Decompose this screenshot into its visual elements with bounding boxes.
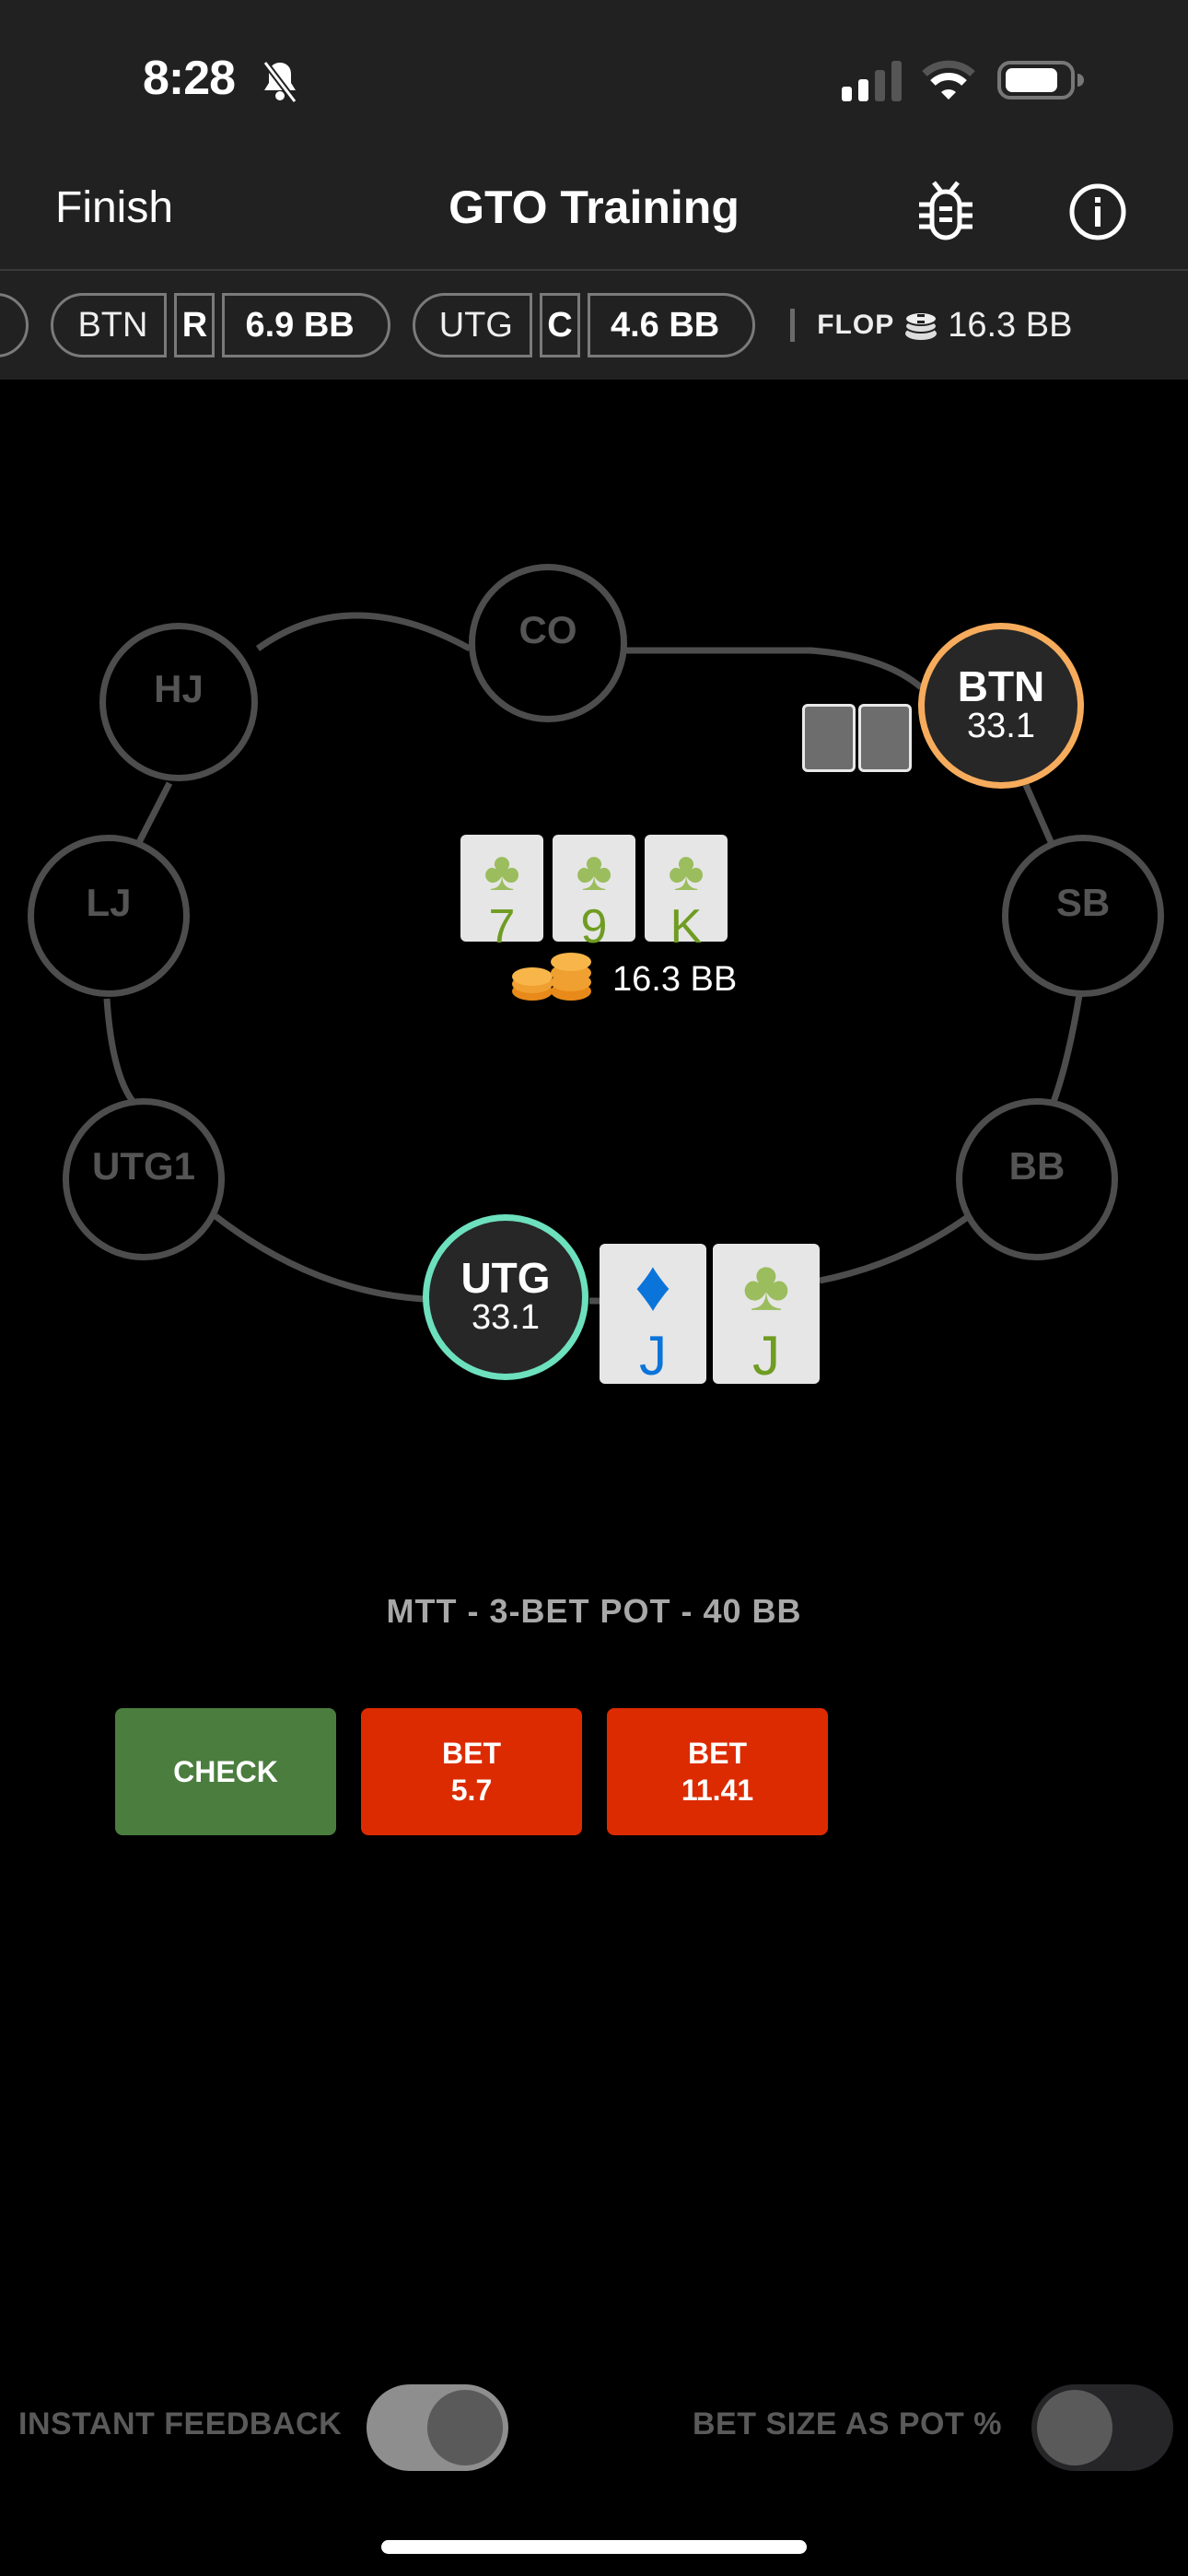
seat-sb: SB (1002, 835, 1164, 997)
board-card: ♣ 7 (460, 835, 543, 951)
villain-card-facedown (858, 704, 912, 772)
action-group: UTG C 4.6 BB (412, 293, 756, 357)
card-rank: J (639, 1325, 667, 1387)
pot-chips-icon (512, 953, 591, 1001)
status-time: 8:28 (143, 52, 236, 105)
card-rank: K (670, 900, 703, 954)
header: 8:28 Finish GTO Training (0, 0, 1188, 271)
battery-icon (997, 61, 1084, 100)
seat-utg1: UTG1 (63, 1098, 225, 1260)
seat-hj: HJ (99, 623, 258, 781)
street-separator (790, 309, 796, 342)
action-group-partial: B (0, 293, 29, 357)
action-group: BTN R 6.9 BB (51, 293, 390, 357)
action-position: UTG (412, 293, 532, 357)
action-history[interactable]: B BTN R 6.9 BB UTG C 4.6 BB FLOP 16.3 BB (0, 271, 1188, 380)
action-history-row: B BTN R 6.9 BB UTG C 4.6 BB FLOP 16.3 BB (0, 293, 1072, 357)
diamond-icon: ♦ (635, 1245, 671, 1326)
bet-size-pot-toggle[interactable] (1031, 2384, 1173, 2471)
club-icon: ♣ (483, 840, 520, 902)
club-icon: ♣ (742, 1245, 790, 1326)
info-icon[interactable] (1068, 182, 1127, 241)
action-label: BET (442, 1737, 501, 1770)
scenario-label: MTT - 3-BET POT - 40 BB (386, 1592, 802, 1630)
check-button[interactable]: CHECK (115, 1708, 336, 1835)
bet-large-button[interactable]: BET 11.41 (607, 1708, 828, 1835)
action-type: C (539, 293, 580, 357)
villain-card-facedown (802, 704, 856, 772)
seat-label: BB (1008, 1144, 1066, 1188)
seat-label: CO (518, 608, 577, 651)
street-pot: 16.3 BB (948, 305, 1073, 345)
instant-feedback-toggle[interactable] (367, 2384, 508, 2471)
seat-label: UTG (460, 1254, 551, 1303)
instant-feedback-label: INSTANT FEEDBACK (18, 2406, 343, 2441)
card-rank: 7 (488, 900, 516, 954)
seat-label: SB (1055, 881, 1111, 924)
street-label: FLOP (817, 310, 895, 340)
seat-stack: 33.1 (472, 1298, 540, 1338)
action-label: BET (688, 1737, 747, 1770)
status-bar: 8:28 (0, 0, 1188, 157)
bet-small-button[interactable]: BET 5.7 (361, 1708, 582, 1835)
board-card: ♣ 9 (553, 835, 635, 951)
club-icon: ♣ (576, 840, 612, 902)
action-amount: 11.41 (681, 1774, 754, 1807)
seat-label: LJ (86, 881, 132, 924)
home-indicator[interactable] (381, 2540, 807, 2554)
seat-stack: 33.1 (967, 707, 1035, 746)
bet-size-pot-label: BET SIZE AS POT % (693, 2406, 1002, 2441)
card-rank: 9 (580, 900, 608, 954)
toggle-knob (427, 2390, 503, 2465)
action-label: CHECK (173, 1755, 278, 1788)
poker-table: CO HJ BTN 33.1 LJ SB UTG1 BB UTG 33.1 ♣ … (0, 380, 1188, 1577)
action-amount: B (0, 293, 29, 357)
hero-card: ♣ J (713, 1244, 820, 1384)
chip-stack-icon (904, 311, 938, 340)
nav-bar: Finish GTO Training (0, 166, 1188, 269)
seat-co: CO (469, 564, 627, 722)
seat-label: HJ (154, 667, 204, 710)
action-amount: 4.6 BB (587, 293, 756, 357)
page-title: GTO Training (448, 181, 740, 233)
bell-slash-icon (262, 60, 297, 103)
pot-amount: 16.3 BB (612, 960, 738, 999)
club-icon: ♣ (668, 840, 705, 902)
hero-card: ♦ J (600, 1244, 706, 1384)
card-rank: J (752, 1325, 780, 1387)
seat-utg-hero: UTG 33.1 (423, 1214, 588, 1380)
cellular-signal-icon (842, 61, 902, 101)
action-position: BTN (51, 293, 168, 357)
seat-lj: LJ (28, 835, 190, 997)
seat-label: BTN (957, 662, 1045, 711)
action-amount: 6.9 BB (222, 293, 390, 357)
action-type: R (174, 293, 215, 357)
seat-bb: BB (956, 1098, 1118, 1260)
seat-btn: BTN 33.1 (918, 623, 1084, 789)
toggle-knob (1037, 2390, 1112, 2465)
seat-label: UTG1 (91, 1144, 195, 1188)
board-card: ♣ K (645, 835, 728, 951)
action-amount: 5.7 (450, 1774, 493, 1807)
bug-icon[interactable] (917, 179, 974, 249)
wifi-icon (922, 60, 975, 100)
